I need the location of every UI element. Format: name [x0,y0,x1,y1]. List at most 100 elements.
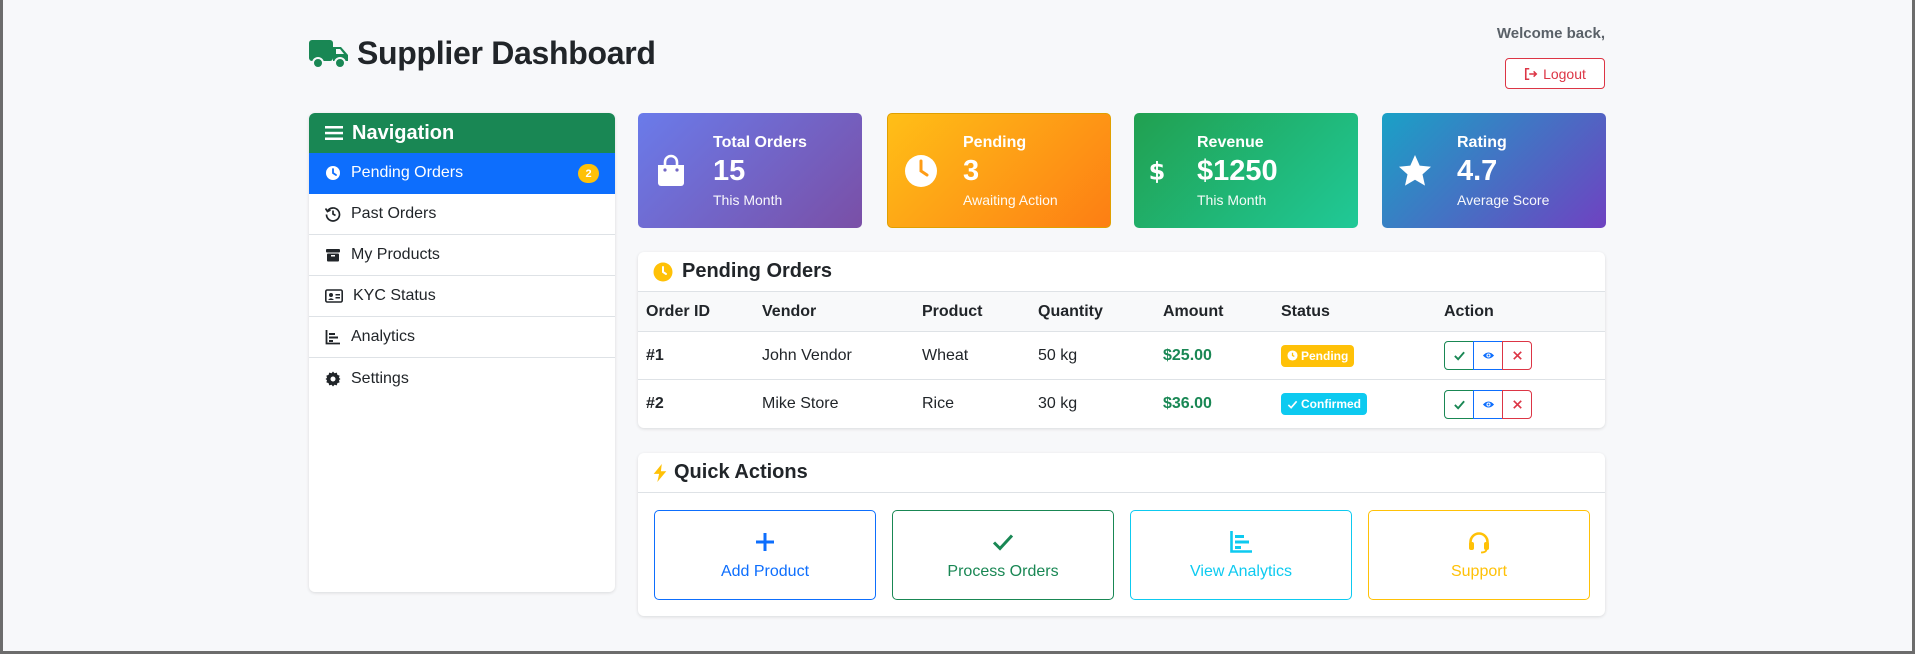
column-header: Order ID [646,302,711,320]
column-header: Vendor [762,302,817,320]
sidebar-header: Navigation [309,113,615,153]
product-name: Rice [922,395,955,412]
view-button[interactable] [1473,341,1503,370]
view-analytics-button[interactable]: View Analytics [1130,510,1352,600]
pending-count-badge: 2 [578,164,599,183]
welcome-text: Welcome back, [1496,25,1605,42]
lightning-icon [653,463,667,482]
logout-label: Logout [1543,65,1586,82]
chart-icon [1230,530,1252,553]
sidebar-item-kyc-status[interactable]: KYC Status [309,276,615,317]
sidebar-item-label: Settings [351,369,409,387]
status-text: Pending [1301,348,1349,363]
sidebar-item-pending-orders[interactable]: Pending Orders 2 [309,153,615,194]
stat-subtext: This Month [713,191,783,208]
reject-button[interactable] [1502,389,1532,419]
table-row: #2 Mike Store Rice 30 kg $36.00 Confirme… [638,380,1605,428]
action-buttons [1444,389,1532,419]
quick-action-label: Process Orders [947,562,1059,580]
box-icon [326,249,340,262]
check-icon [1453,400,1465,410]
status-cell: Confirmed [1281,393,1444,415]
quantity: 30 kg [1038,395,1078,412]
chart-icon [325,330,340,345]
support-button[interactable]: Support [1368,510,1590,600]
quick-actions-panel: Quick Actions Add Product Process Orders… [638,453,1605,616]
quick-action-label: Support [1450,562,1508,580]
amount: $36.00 [1163,395,1212,412]
stat-value: $1250 [1197,154,1278,187]
clock-icon [653,262,673,281]
clock-icon [1287,350,1298,361]
stat-label: Pending [963,133,1027,151]
quick-action-label: Add Product [720,562,810,580]
quantity: 50 kg [1038,346,1078,364]
stat-card-revenue: $ Revenue $1250 This Month [1134,113,1358,228]
view-button[interactable] [1473,389,1503,419]
table-row: #1 John Vendor Wheat 50 kg $25.00 Pendin… [638,332,1605,380]
sidebar-item-settings[interactable]: Settings [309,358,615,399]
action-cell [1444,341,1605,370]
column-header: Status [1281,302,1330,320]
id-card-icon [325,289,343,303]
vendor-name: Mike Store [762,395,839,412]
stat-subtext: Awaiting Action [963,191,1058,208]
sidebar-item-label: My Products [351,246,440,263]
pending-orders-panel: Pending Orders Order ID Vendor Product Q… [638,252,1605,428]
sidebar-item-my-products[interactable]: My Products [309,235,615,276]
pending-orders-title: Pending Orders [682,260,833,282]
action-buttons [1444,341,1532,370]
shopping-bag-icon [658,154,684,186]
stat-label: Rating [1457,133,1507,151]
logout-button[interactable]: Logout [1505,58,1605,89]
clock-icon [326,166,340,180]
page-title: Supplier Dashboard [357,35,656,71]
close-icon [1512,351,1522,360]
sidebar-item-label: KYC Status [353,287,436,304]
vendor-name: John Vendor [762,346,852,364]
status-cell: Pending [1281,344,1444,367]
sidebar: Navigation Pending Orders 2 Past Orders [309,113,615,592]
approve-button[interactable] [1444,341,1474,370]
stat-label: Revenue [1197,133,1264,151]
headset-icon [1469,531,1489,553]
quick-actions-header: Quick Actions [638,453,1605,493]
quick-actions-title: Quick Actions [674,461,808,483]
sidebar-item-past-orders[interactable]: Past Orders [309,194,615,235]
pending-orders-header: Pending Orders [638,252,1605,292]
stat-card-pending: Pending 3 Awaiting Action [887,113,1111,228]
stat-label: Total Orders [713,133,807,151]
stat-value: 15 [713,154,746,187]
reject-button[interactable] [1502,341,1532,370]
product-name: Wheat [922,346,969,364]
check-icon [1287,400,1298,409]
process-orders-button[interactable]: Process Orders [892,510,1114,600]
stat-value: 4.7 [1457,154,1498,187]
stat-value: 3 [963,154,980,187]
amount: $25.00 [1163,346,1212,364]
status-badge: Confirmed [1281,393,1367,415]
stat-card-total-orders: Total Orders 15 This Month [638,113,862,228]
approve-button[interactable] [1444,389,1474,419]
truck-icon [309,39,348,69]
gear-icon [325,371,341,386]
table-header: Order ID Vendor Product Quantity Amount … [638,292,1605,332]
star-icon [1399,154,1431,186]
brand: Supplier Dashboard [309,35,656,72]
column-header: Quantity [1038,302,1103,320]
action-cell [1444,389,1605,419]
close-icon [1512,399,1522,409]
column-header: Action [1444,302,1494,320]
sidebar-item-analytics[interactable]: Analytics [309,317,615,358]
eye-icon [1482,400,1494,408]
menu-icon [325,126,343,140]
stat-subtext: Average Score [1457,191,1550,208]
add-product-button[interactable]: Add Product [654,510,876,600]
quick-action-label: View Analytics [1190,562,1292,580]
plus-icon [756,532,774,551]
sidebar-item-label: Analytics [351,328,416,345]
check-icon [1453,351,1465,361]
sidebar-title: Navigation [352,121,455,144]
eye-icon [1482,352,1494,359]
sidebar-item-label: Past Orders [351,205,437,222]
